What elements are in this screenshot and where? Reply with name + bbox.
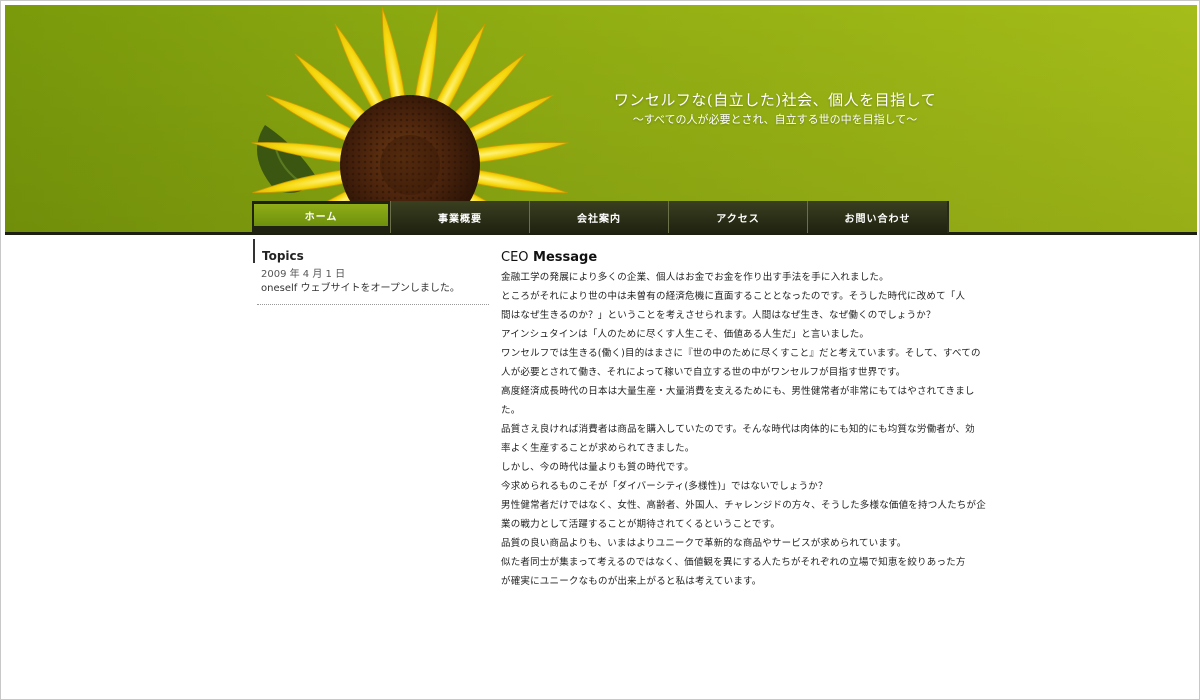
nav-contact[interactable]: お問い合わせ: [808, 201, 947, 233]
topic-text: oneself ウェブサイトをオープンしました。: [261, 283, 460, 294]
message-line: 男性健常者だけではなく、女性、高齢者、外国人、チャレンジドの方々、そうした多様な…: [501, 500, 986, 511]
sunflower-image: [251, 7, 569, 233]
message-line: ところがそれにより世の中は未曽有の経済危機に直面することとなったのです。そうした…: [501, 291, 966, 302]
topic-divider: [257, 304, 489, 305]
tagline: ワンセルフな(自立した)社会、個人を目指して 〜すべての人が必要とされ、自立する…: [565, 89, 985, 128]
page-frame: ワンセルフな(自立した)社会、個人を目指して 〜すべての人が必要とされ、自立する…: [0, 0, 1200, 700]
message-line: 人が必要とされて働き、それによって稼いで自立する世の中がワンセルフが目指す世界で…: [501, 367, 906, 378]
ceo-title-prefix: CEO: [501, 250, 529, 265]
topics-panel: Topics 2009 年 4 月 1 日 oneself ウェブサイトをオープ…: [253, 239, 489, 305]
message-line: 似た者同士が集まって考えるのではなく、価値観を異にする人たちがそれぞれの立場で知…: [501, 557, 966, 568]
ceo-message-section: CEO Message 金融工学の発展により多くの企業、個人はお金でお金を作り出…: [501, 249, 986, 591]
message-line: ワンセルフでは生きる(働く)目的はまさに『世の中のために尽くすこと』だと考えてい…: [501, 348, 981, 359]
topic-date: 2009 年 4 月 1 日: [261, 269, 346, 280]
nav-home-label: ホーム: [254, 204, 388, 226]
message-line: が確実にユニークなものが出来上がると私は考えています。: [501, 576, 762, 587]
topics-heading: Topics: [253, 239, 489, 263]
message-line: 間はなぜ生きるのか？」ということを考えさせられます。人間はなぜ生き、なぜ働くので…: [501, 310, 936, 321]
main-nav: ホーム 事業概要 会社案内 アクセス お問い合わせ: [252, 201, 949, 233]
ceo-message-body: 金融工学の発展により多くの企業、個人はお金でお金を作り出す手法を手に入れました。…: [501, 268, 986, 591]
tagline-sub: 〜すべての人が必要とされ、自立する世の中を目指して〜: [632, 113, 918, 126]
ceo-title-rest: Message: [528, 250, 598, 265]
message-line: 率よく生産することが求められてきました。: [501, 443, 695, 454]
ceo-message-title: CEO Message: [501, 249, 955, 267]
message-line: しかし、今の時代は量よりも質の時代です。: [501, 462, 694, 473]
message-line: 業の戦力として活躍することが期待されてくるということです。: [501, 519, 781, 530]
message-line: 品質の良い商品よりも、いまはよりユニークで革新的な商品やサービスが求められていま…: [501, 538, 907, 549]
header-banner: ワンセルフな(自立した)社会、個人を目指して 〜すべての人が必要とされ、自立する…: [5, 5, 1197, 233]
tagline-main: ワンセルフな(自立した)社会、個人を目指して: [613, 91, 937, 109]
nav-access[interactable]: アクセス: [669, 201, 808, 233]
message-line: た。: [501, 405, 521, 416]
nav-company-info[interactable]: 会社案内: [530, 201, 669, 233]
nav-home[interactable]: ホーム: [252, 201, 391, 233]
message-line: 高度経済成長時代の日本は大量生産・大量消費を支えるためにも、男性健常者が非常にも…: [501, 386, 975, 397]
message-line: 金融工学の発展により多くの企業、個人はお金でお金を作り出す手法を手に入れました。: [501, 272, 889, 283]
message-line: 今求められるものこそが「ダイバーシティ(多様性)」ではないでしょうか？: [501, 481, 828, 492]
message-line: アインシュタインは「人のために尽くす人生こそ、価値ある人生だ」と言いました。: [501, 329, 870, 340]
topic-entry: 2009 年 4 月 1 日 oneself ウェブサイトをオープンしました。: [253, 268, 489, 296]
message-line: 品質さえ良ければ消費者は商品を購入していたのです。そんな時代は肉体的にも知的にも…: [501, 424, 975, 435]
nav-business-overview[interactable]: 事業概要: [391, 201, 530, 233]
